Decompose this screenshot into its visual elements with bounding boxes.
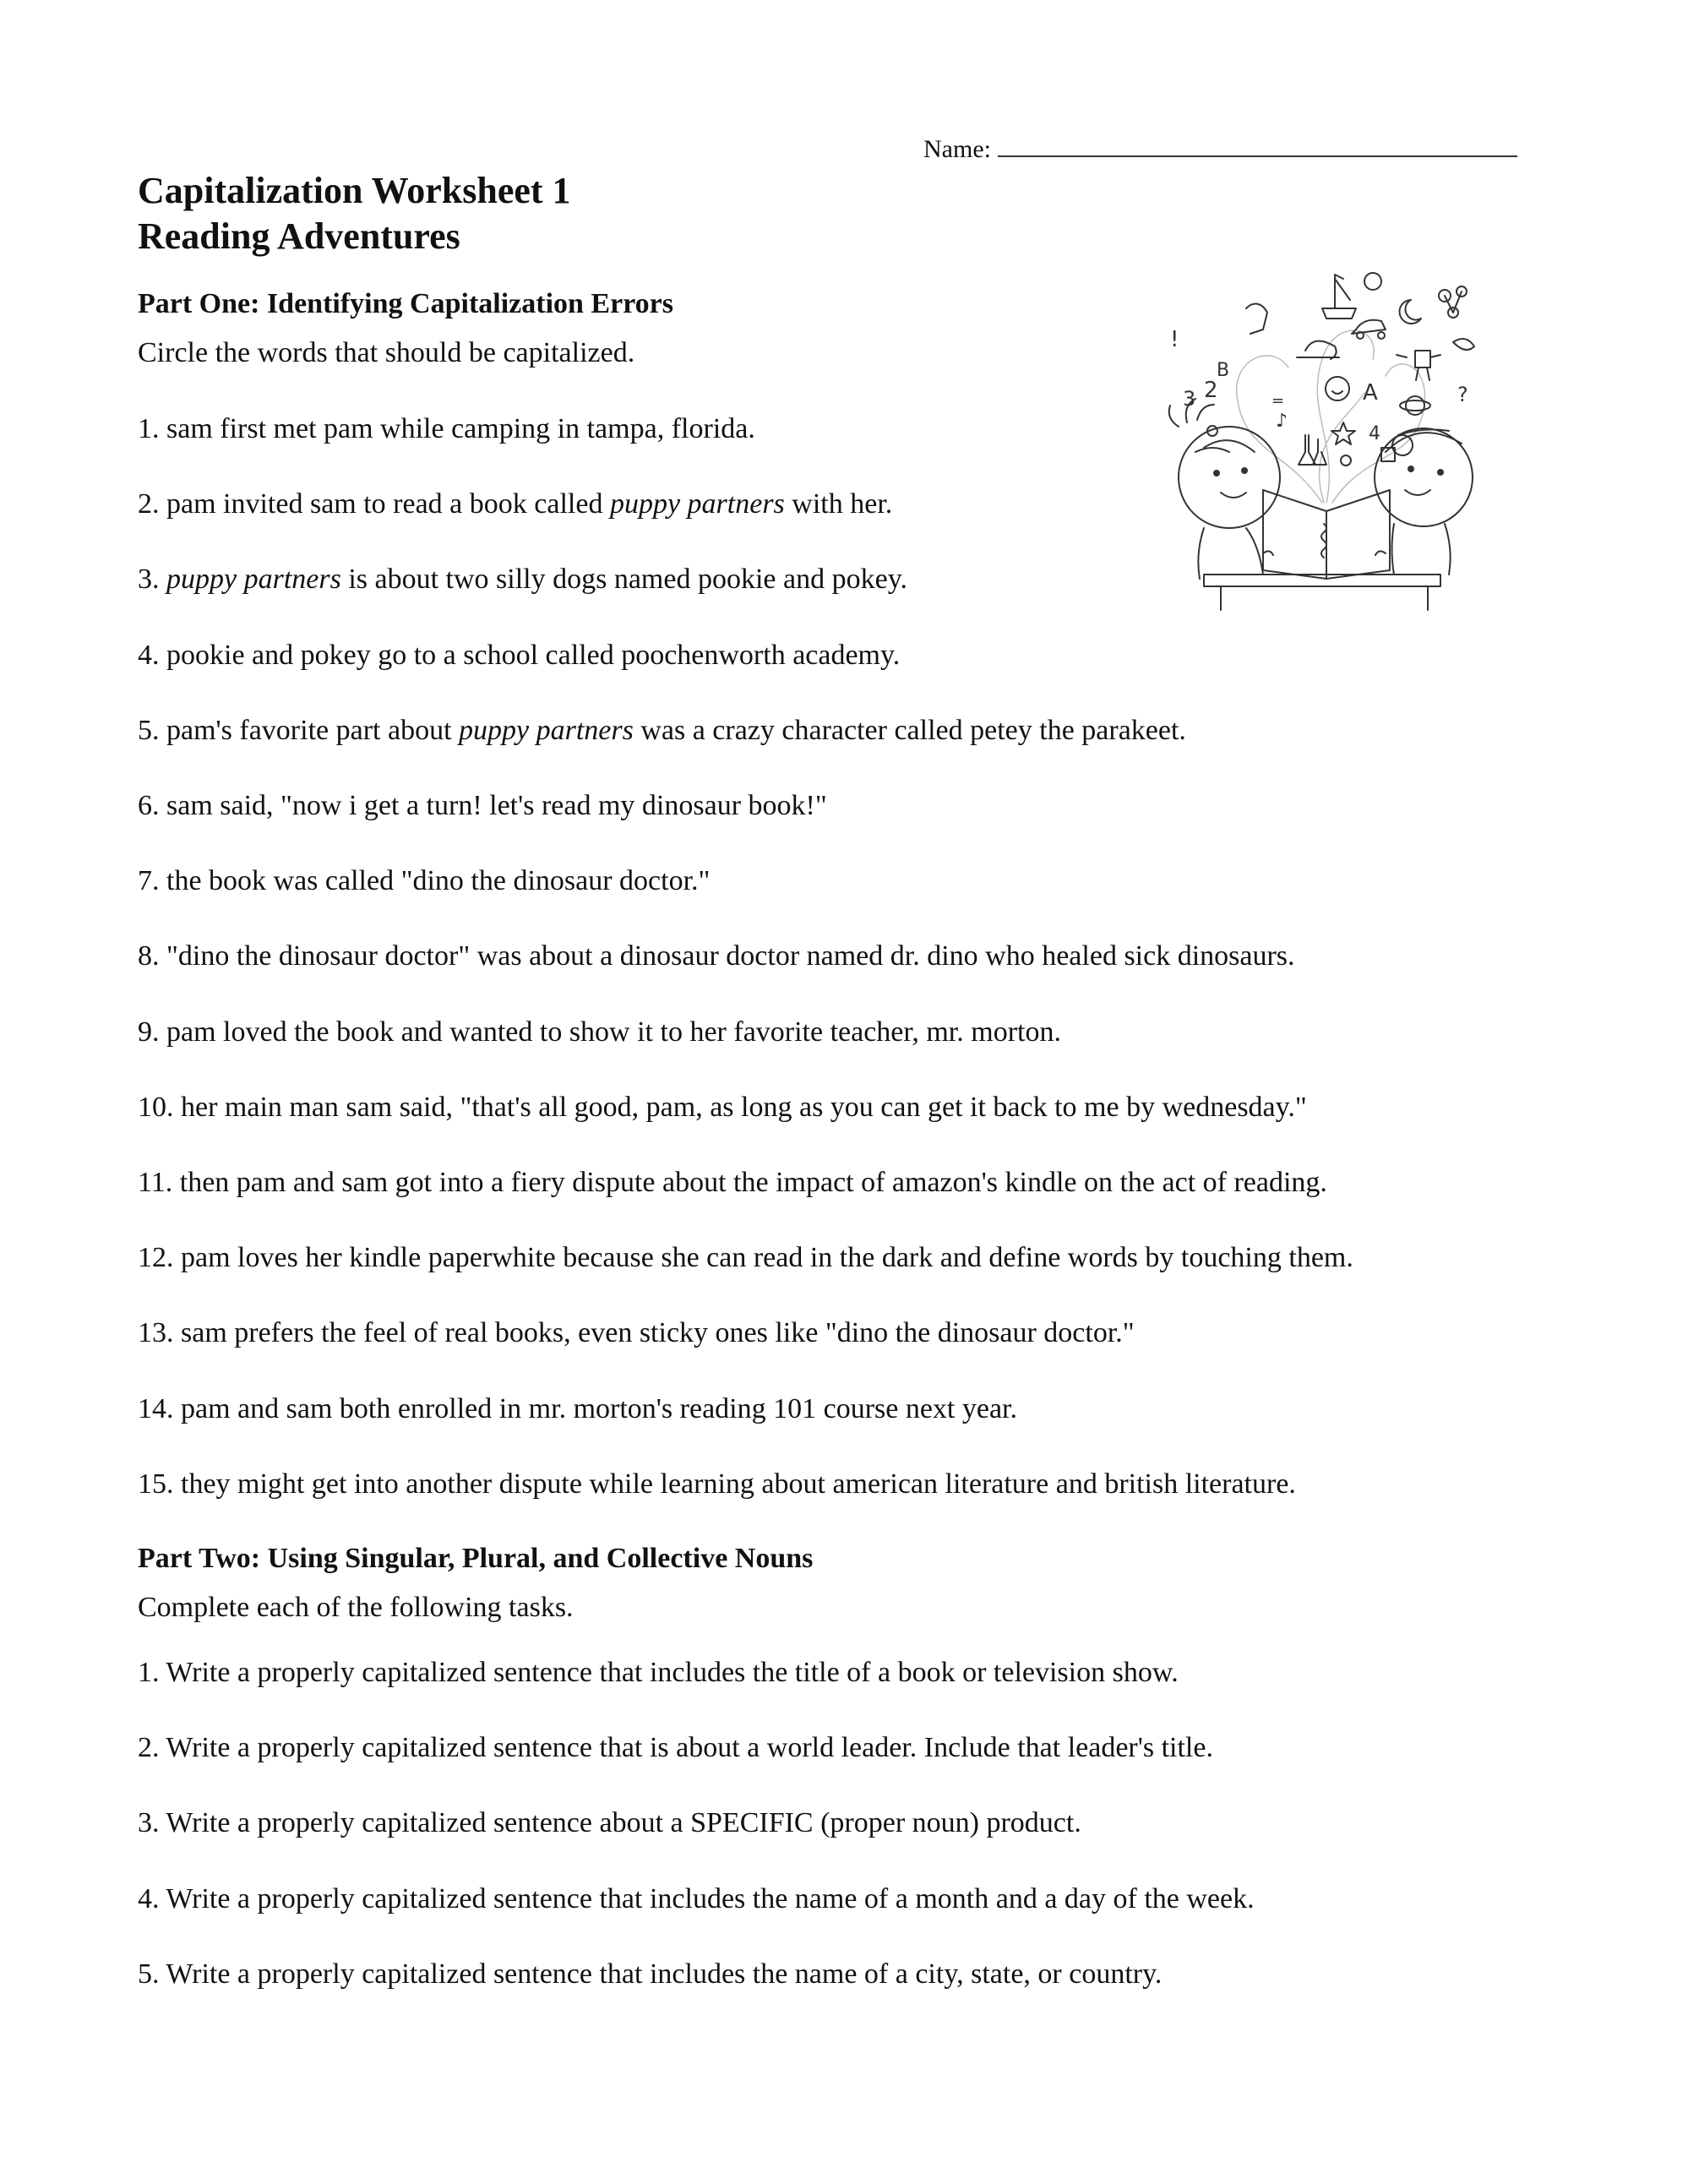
sentence-text: was a crazy character called petey the p…	[633, 714, 1186, 746]
item-number: 3.	[138, 564, 166, 596]
part-two-task: 1. Write a properly capitalized sentence…	[138, 1656, 1179, 1690]
svg-text:♪: ♪	[1276, 411, 1288, 432]
sentence-text: sam first met pam while camping in tampa…	[166, 413, 755, 444]
name-blank-line[interactable]	[997, 135, 1517, 157]
task-number: 3.	[138, 1807, 166, 1839]
task-number: 2.	[138, 1732, 166, 1764]
sentence-text: they might get into another dispute whil…	[181, 1468, 1296, 1500]
sentence-text: pam and sam both enrolled in mr. morton'…	[181, 1392, 1018, 1424]
sentence-text: pam loves her kindle paperwhite because …	[181, 1242, 1353, 1274]
name-label: Name:	[923, 135, 991, 163]
sentence-text: sam said, "now i get a turn! let's read …	[166, 790, 827, 821]
item-number: 5.	[138, 714, 166, 746]
item-number: 14.	[138, 1392, 181, 1424]
task-number: 5.	[138, 1958, 166, 1990]
sentence-text: pookie and pokey go to a school called p…	[166, 639, 901, 671]
svg-text:B: B	[1217, 360, 1229, 381]
item-number: 15.	[138, 1468, 181, 1500]
part-one-item: 1. sam first met pam while camping in ta…	[138, 412, 755, 446]
worksheet-title: Capitalization Worksheet 1	[138, 170, 571, 211]
item-number: 6.	[138, 790, 166, 821]
part-one-item: 6. sam said, "now i get a turn! let's re…	[138, 789, 827, 823]
task-text: Write a properly capitalized sentence th…	[166, 1732, 1213, 1764]
part-two-instruction: Complete each of the following tasks.	[138, 1592, 574, 1623]
svg-text:?: ?	[1457, 383, 1468, 406]
part-one-item: 4. pookie and pokey go to a school calle…	[138, 639, 900, 673]
item-number: 1.	[138, 413, 166, 444]
sentence-text: the book was called "dino the dinosaur d…	[166, 865, 711, 897]
part-one-item: 5. pam's favorite part about puppy partn…	[138, 714, 1186, 748]
sentence-text: then pam and sam got into a fiery disput…	[179, 1167, 1327, 1198]
item-number: 10.	[138, 1091, 181, 1123]
task-text: Write a properly capitalized sentence ab…	[166, 1807, 1081, 1839]
part-one-item: 8. "dino the dinosaur doctor" was about …	[138, 940, 1295, 973]
part-one-heading: Part One: Identifying Capitalization Err…	[138, 288, 673, 319]
item-number: 12.	[138, 1242, 181, 1274]
part-one-item: 13. sam prefers the feel of real books, …	[138, 1316, 1135, 1350]
item-number: 2.	[138, 488, 166, 520]
part-one-instruction: Circle the words that should be capitali…	[138, 337, 635, 368]
sentence-text: pam's favorite part about	[166, 714, 460, 746]
task-number: 1.	[138, 1657, 166, 1688]
sentence-text: her main man sam said, "that's all good,…	[181, 1091, 1307, 1123]
worksheet-subtitle: Reading Adventures	[138, 215, 460, 257]
item-number: 7.	[138, 865, 166, 897]
part-one-item: 3. puppy partners is about two silly dog…	[138, 563, 907, 596]
part-two-task: 5. Write a properly capitalized sentence…	[138, 1958, 1162, 1991]
task-text: Write a properly capitalized sentence th…	[166, 1958, 1163, 1990]
part-two-heading: Part Two: Using Singular, Plural, and Co…	[138, 1543, 814, 1574]
part-one-item: 15. they might get into another dispute …	[138, 1468, 1296, 1501]
sentence-text: is about two silly dogs named pookie and…	[340, 564, 907, 596]
part-two-task: 4. Write a properly capitalized sentence…	[138, 1882, 1255, 1916]
name-field[interactable]: Name:	[923, 135, 1517, 164]
sentence-text: pam loved the book and wanted to show it…	[166, 1016, 1061, 1048]
item-number: 8.	[138, 940, 166, 972]
svg-text:!: !	[1170, 327, 1179, 352]
svg-text:=: =	[1271, 392, 1284, 410]
task-number: 4.	[138, 1882, 166, 1914]
item-number: 4.	[138, 639, 166, 671]
part-two-task: 3. Write a properly capitalized sentence…	[138, 1806, 1081, 1840]
part-one-item: 14. pam and sam both enrolled in mr. mor…	[138, 1392, 1017, 1426]
part-one-item: 9. pam loved the book and wanted to show…	[138, 1016, 1061, 1049]
sentence-text: with her.	[784, 488, 893, 520]
part-one-item: 11. then pam and sam got into a fiery di…	[138, 1166, 1327, 1200]
sentence-text: sam prefers the feel of real books, even…	[181, 1317, 1135, 1349]
task-text: Write a properly capitalized sentence th…	[166, 1882, 1255, 1914]
svg-text:2: 2	[1204, 378, 1218, 403]
book-title-italic: puppy partners	[166, 564, 341, 596]
task-text: Write a properly capitalized sentence th…	[166, 1657, 1179, 1688]
sentence-text: pam invited sam to read a book called	[166, 488, 610, 520]
book-title-italic: puppy partners	[459, 714, 634, 746]
item-number: 9.	[138, 1016, 166, 1048]
part-one-item: 10. her main man sam said, "that's all g…	[138, 1091, 1307, 1125]
svg-text:A: A	[1363, 380, 1378, 406]
item-number: 11.	[138, 1167, 180, 1198]
children-reading-book-illustration-icon: ! 3 2 B = A ? ♪ 4	[1145, 258, 1500, 613]
book-title-italic: puppy partners	[609, 488, 785, 520]
svg-text:4: 4	[1369, 423, 1380, 444]
part-one-item: 12. pam loves her kindle paperwhite beca…	[138, 1241, 1353, 1275]
sentence-text: "dino the dinosaur doctor" was about a d…	[166, 940, 1295, 972]
part-one-item: 2. pam invited sam to read a book called…	[138, 487, 892, 521]
part-one-item: 7. the book was called "dino the dinosau…	[138, 864, 710, 898]
part-two-task: 2. Write a properly capitalized sentence…	[138, 1731, 1213, 1765]
item-number: 13.	[138, 1317, 181, 1349]
